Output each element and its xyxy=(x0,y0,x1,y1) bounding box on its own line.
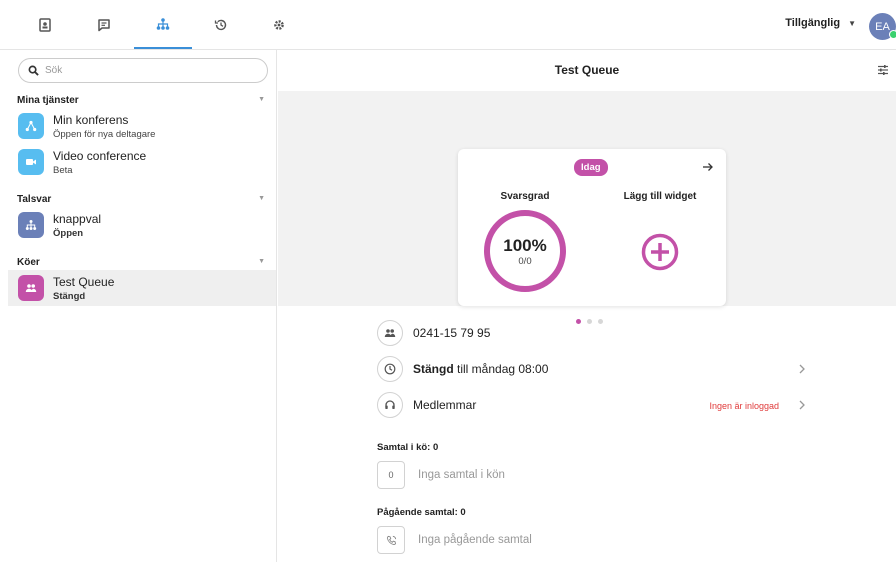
queue-count-box: 0 xyxy=(377,461,405,489)
metric-fraction: 0/0 xyxy=(518,255,532,267)
members-warning: Ingen är inloggad xyxy=(709,401,779,411)
chat-icon xyxy=(98,18,110,31)
phone-number: 0241-15 79 95 xyxy=(413,326,491,340)
video-camera-icon xyxy=(18,149,44,175)
tab-history[interactable] xyxy=(192,0,250,49)
people-icon xyxy=(377,320,403,346)
tab-contacts[interactable] xyxy=(16,0,74,49)
item-title: Video conference xyxy=(53,149,147,163)
gear-icon xyxy=(274,19,284,30)
top-bar: Tillgänglig ▼ EA xyxy=(0,0,896,50)
org-chart-icon xyxy=(18,212,44,238)
opening-hours-text: Stängd till måndag 08:00 xyxy=(413,362,548,376)
chevron-down-icon: ▼ xyxy=(258,258,265,265)
item-title: Test Queue xyxy=(53,275,115,289)
headset-icon xyxy=(377,392,403,418)
history-icon xyxy=(214,19,227,30)
presence-indicator xyxy=(889,30,896,39)
availability-dropdown[interactable]: Tillgänglig ▼ xyxy=(785,17,856,29)
item-subtitle: Stängd xyxy=(53,291,86,302)
add-widget-label: Lägg till widget xyxy=(623,191,697,202)
section-title: Köer xyxy=(17,257,40,268)
tab-settings[interactable] xyxy=(250,0,308,49)
sidebar-item-knappval[interactable]: knappval Öppen xyxy=(8,207,276,243)
section-title: Talsvar xyxy=(17,194,52,205)
org-chart-icon xyxy=(156,17,170,30)
phone-row: 0241-15 79 95 xyxy=(377,320,807,348)
item-subtitle: Öppen xyxy=(53,228,84,239)
contacts-icon xyxy=(39,17,51,32)
arrow-right-icon[interactable] xyxy=(702,161,714,173)
section-header-koer[interactable]: Köer ▼ xyxy=(17,257,265,268)
main-panel: Test Queue Idag Svarsgrad Lägg till widg… xyxy=(278,50,896,562)
tab-chat[interactable] xyxy=(75,0,133,49)
opening-hours-row[interactable]: Stängd till måndag 08:00 xyxy=(377,356,807,384)
chevron-right-icon xyxy=(799,400,805,410)
widget-card: Idag Svarsgrad Lägg till widget 100% 0/0 xyxy=(458,149,726,306)
sidebar-item-min-konferens[interactable]: Min konferens Öppen för nya deltagare xyxy=(8,108,276,144)
section-header-mina-tjanster[interactable]: Mina tjänster ▼ xyxy=(17,95,265,106)
item-subtitle: Öppen för nya deltagare xyxy=(53,129,156,140)
sidebar: Mina tjänster ▼ Min konferens Öppen för … xyxy=(0,50,277,562)
ongoing-count-label: Pågående samtal: 0 xyxy=(377,507,466,518)
chevron-right-icon xyxy=(799,364,805,374)
chevron-down-icon: ▼ xyxy=(258,195,265,202)
phone-call-icon xyxy=(386,535,396,545)
avatar-initials: EA xyxy=(875,20,890,33)
members-row[interactable]: Medlemmar Ingen är inloggad xyxy=(377,392,807,420)
members-label: Medlemmar xyxy=(413,398,477,412)
search-icon xyxy=(28,65,39,76)
answer-rate-gauge: 100% 0/0 xyxy=(484,210,566,292)
metric-value: 100% xyxy=(503,235,547,255)
avatar[interactable]: EA xyxy=(869,13,896,40)
chevron-down-icon: ▼ xyxy=(848,18,856,28)
hours-status: Stängd xyxy=(413,362,454,376)
app-root: Tillgänglig ▼ EA Mina tjänster ▼ Min kon… xyxy=(0,0,896,562)
queue-count-label: Samtal i kö: 0 xyxy=(377,442,439,453)
sliders-icon[interactable] xyxy=(877,64,889,76)
widget-area: Idag Svarsgrad Lägg till widget 100% 0/0 xyxy=(278,91,896,324)
metric-label: Svarsgrad xyxy=(500,191,550,202)
add-widget-icon[interactable] xyxy=(641,233,679,271)
clock-icon xyxy=(377,356,403,382)
sidebar-item-test-queue[interactable]: Test Queue Stängd xyxy=(8,270,276,306)
people-icon xyxy=(18,275,44,301)
ongoing-empty-text: Inga pågående samtal xyxy=(418,534,532,546)
hours-rest: till måndag 08:00 xyxy=(453,362,549,376)
search-box[interactable] xyxy=(18,58,268,83)
conference-icon xyxy=(18,113,44,139)
tab-services[interactable] xyxy=(134,0,192,49)
ongoing-call-box xyxy=(377,526,405,554)
queue-empty-text: Inga samtal i kön xyxy=(418,469,505,481)
chevron-down-icon: ▼ xyxy=(258,96,265,103)
item-subtitle: Beta xyxy=(53,165,73,176)
section-header-talsvar[interactable]: Talsvar ▼ xyxy=(17,194,265,205)
page-title: Test Queue xyxy=(554,63,620,77)
period-badge[interactable]: Idag xyxy=(574,159,608,176)
sidebar-item-video-conference[interactable]: Video conference Beta xyxy=(8,144,276,180)
item-title: Min konferens xyxy=(53,113,129,127)
availability-label: Tillgänglig xyxy=(785,17,841,29)
item-title: knappval xyxy=(53,212,102,226)
search-input[interactable] xyxy=(45,65,245,76)
section-title: Mina tjänster xyxy=(17,95,79,106)
